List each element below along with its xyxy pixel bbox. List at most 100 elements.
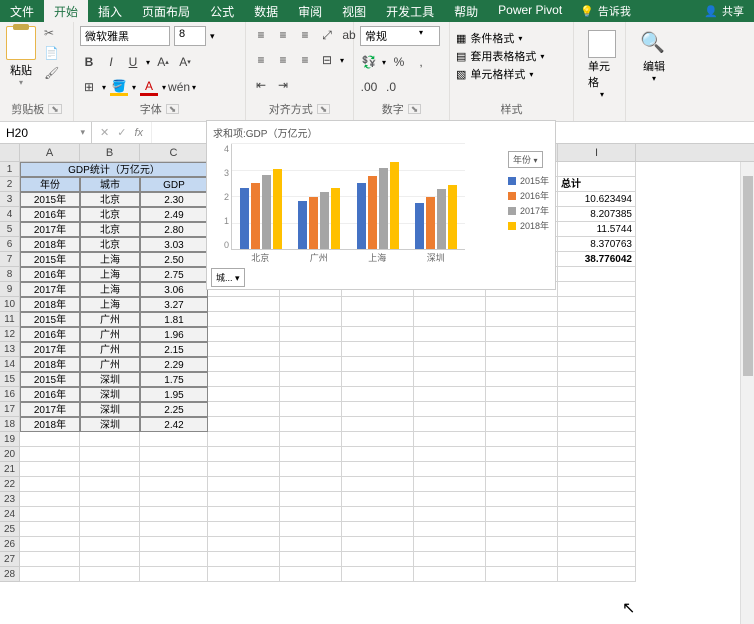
cell[interactable] (208, 522, 280, 537)
cell[interactable] (486, 537, 558, 552)
cell[interactable] (558, 402, 636, 417)
cell[interactable] (280, 372, 342, 387)
cell[interactable] (486, 372, 558, 387)
font-launcher[interactable]: ⬊ (166, 104, 180, 114)
row-header-13[interactable]: 13 (0, 342, 20, 357)
cell[interactable]: GDP (140, 177, 208, 192)
confirm-formula-icon[interactable]: ✓ (117, 126, 126, 139)
cell[interactable] (208, 552, 280, 567)
cell[interactable] (486, 357, 558, 372)
cell[interactable] (342, 297, 414, 312)
conditional-format-button[interactable]: ▦条件格式▾ (456, 30, 544, 46)
cell[interactable] (414, 372, 486, 387)
cell[interactable] (280, 492, 342, 507)
row-header-9[interactable]: 9 (0, 282, 20, 297)
cell[interactable] (558, 342, 636, 357)
cell[interactable] (208, 417, 280, 432)
row-header-23[interactable]: 23 (0, 492, 20, 507)
cell[interactable] (280, 327, 342, 342)
cell[interactable] (558, 417, 636, 432)
cell[interactable]: 上海 (80, 252, 140, 267)
cell[interactable] (486, 432, 558, 447)
fx-icon[interactable]: fx (134, 127, 143, 139)
legend-title[interactable]: 年份 ▾ (508, 151, 543, 168)
cell[interactable] (558, 297, 636, 312)
inc-decimal-icon[interactable]: .00 (360, 78, 378, 96)
number-launcher[interactable]: ⬊ (408, 104, 422, 114)
cell[interactable]: 2015年 (20, 252, 80, 267)
cell[interactable]: 2016年 (20, 267, 80, 282)
bar[interactable] (240, 188, 249, 249)
indent-dec-icon[interactable]: ⇤ (252, 76, 270, 94)
table-title[interactable]: GDP统计（万亿元） (20, 162, 208, 177)
cell[interactable]: 深圳 (80, 402, 140, 417)
cell[interactable] (486, 297, 558, 312)
dec-decimal-icon[interactable]: .0 (382, 78, 400, 96)
cell[interactable] (280, 537, 342, 552)
cell[interactable] (208, 342, 280, 357)
cell[interactable]: 北京 (80, 237, 140, 252)
bar[interactable] (368, 176, 377, 249)
pivot-chart[interactable]: 求和项:GDP（万亿元） 43210 北京广州上海深圳 年份 ▾ 2015年20… (206, 120, 556, 290)
cell[interactable] (208, 402, 280, 417)
cell[interactable] (414, 327, 486, 342)
tell-me[interactable]: 💡告诉我 (580, 0, 631, 22)
cell[interactable] (486, 507, 558, 522)
cell[interactable] (342, 357, 414, 372)
align-right-icon[interactable]: ≡ (296, 51, 314, 69)
cell[interactable]: 2.75 (140, 267, 208, 282)
align-mid-icon[interactable]: ≡ (274, 26, 292, 44)
cell[interactable] (558, 327, 636, 342)
cell[interactable] (280, 447, 342, 462)
cell[interactable] (414, 507, 486, 522)
cell[interactable] (208, 477, 280, 492)
cell[interactable]: 2.50 (140, 252, 208, 267)
row-header-5[interactable]: 5 (0, 222, 20, 237)
cell[interactable]: 城市 (80, 177, 140, 192)
bar[interactable] (298, 201, 307, 249)
cell[interactable] (558, 357, 636, 372)
cell[interactable] (280, 477, 342, 492)
row-header-12[interactable]: 12 (0, 327, 20, 342)
row-header-25[interactable]: 25 (0, 522, 20, 537)
cell-styles-button[interactable]: ▧单元格样式▾ (456, 66, 544, 82)
cell[interactable] (20, 522, 80, 537)
cell[interactable] (280, 312, 342, 327)
cell[interactable] (414, 417, 486, 432)
row-header-20[interactable]: 20 (0, 447, 20, 462)
cell[interactable] (140, 567, 208, 582)
legend-item[interactable]: 2017年 (508, 204, 549, 217)
cell[interactable] (20, 462, 80, 477)
cell[interactable]: 38.776042 (558, 252, 636, 267)
row-header-10[interactable]: 10 (0, 297, 20, 312)
copy-icon[interactable]: 📄 (44, 46, 60, 62)
cell[interactable] (558, 447, 636, 462)
cell[interactable]: 10.623494 (558, 192, 636, 207)
chart-legend[interactable]: 年份 ▾ 2015年2016年2017年2018年 (508, 151, 549, 234)
cell[interactable]: 北京 (80, 192, 140, 207)
cell[interactable] (140, 462, 208, 477)
cell[interactable]: 2015年 (20, 372, 80, 387)
font-color-button[interactable]: A (140, 78, 158, 96)
row-header-6[interactable]: 6 (0, 237, 20, 252)
cell[interactable] (80, 552, 140, 567)
tab-data[interactable]: 数据 (244, 0, 288, 22)
cell[interactable] (558, 552, 636, 567)
cell[interactable]: 2017年 (20, 342, 80, 357)
bar[interactable] (415, 203, 424, 249)
align-bot-icon[interactable]: ≡ (296, 26, 314, 44)
cell[interactable] (486, 552, 558, 567)
cell[interactable]: 3.06 (140, 282, 208, 297)
cell[interactable] (342, 552, 414, 567)
row-header-4[interactable]: 4 (0, 207, 20, 222)
cell[interactable] (80, 537, 140, 552)
cell[interactable] (486, 312, 558, 327)
bar[interactable] (320, 192, 329, 249)
row-header-28[interactable]: 28 (0, 567, 20, 582)
increase-font-icon[interactable]: A▴ (154, 53, 172, 71)
cell[interactable] (20, 492, 80, 507)
cell[interactable] (558, 162, 636, 177)
name-box[interactable]: H20 (0, 122, 92, 143)
cell[interactable]: 3.27 (140, 297, 208, 312)
cell[interactable] (342, 372, 414, 387)
